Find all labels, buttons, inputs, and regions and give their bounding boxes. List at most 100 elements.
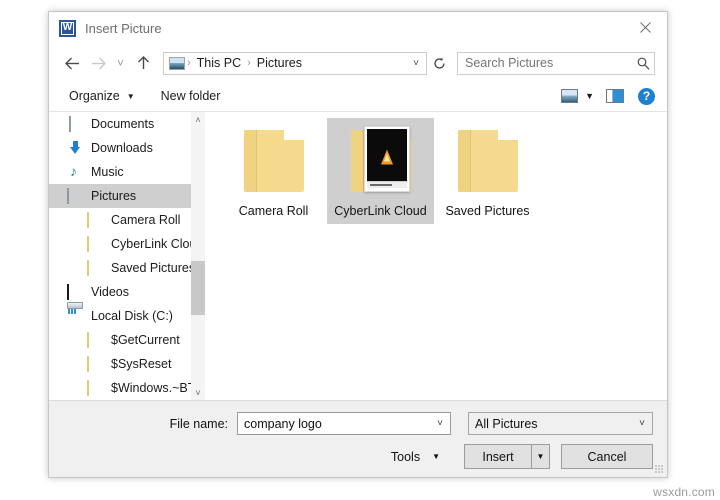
insert-picture-dialog: Insert Picture ˅ <box>48 11 668 478</box>
address-bar[interactable]: › This PC › Pictures ˅ <box>163 51 427 75</box>
sidebar-item-label: Pictures <box>91 189 137 203</box>
file-tile-camera-roll[interactable]: Camera Roll <box>220 118 327 224</box>
chevron-down-icon[interactable]: ˅ <box>632 418 652 429</box>
chevron-down-icon[interactable]: ▼ <box>585 91 594 101</box>
file-name-input[interactable] <box>238 416 430 431</box>
sidebar-item-label: Downloads <box>91 141 153 155</box>
preview-pane-icon[interactable] <box>606 89 624 103</box>
sidebar-item-music[interactable]: ♪ Music <box>49 160 191 184</box>
sidebar-item-videos[interactable]: Videos <box>49 280 191 304</box>
sidebar-item-label: Videos <box>91 285 129 299</box>
watermark: wsxdn.com <box>653 485 715 499</box>
navigation-tree: Documents Downloads ♪ Music Pictures Cam… <box>49 112 191 400</box>
insert-split-button[interactable]: Insert ▼ <box>464 444 550 469</box>
navigation-bar: ˅ › This PC › Pictures ˅ <box>49 45 667 81</box>
insert-button[interactable]: Insert <box>465 445 531 468</box>
file-tile-saved-pictures[interactable]: Saved Pictures <box>434 118 541 224</box>
folder-icon <box>235 124 313 200</box>
breadcrumb-separator: › <box>187 57 191 69</box>
word-app-icon <box>59 20 76 37</box>
pictures-icon <box>169 56 185 70</box>
chevron-down-icon: ▼ <box>126 91 135 101</box>
sidebar-item-getcurrent[interactable]: $GetCurrent <box>49 328 191 352</box>
scrollbar-thumb[interactable] <box>191 261 205 316</box>
folder-icon <box>449 124 527 200</box>
folder-icon <box>87 235 104 252</box>
file-name-label: File name: <box>169 416 228 431</box>
file-tile-cyberlink-cloud[interactable]: CyberLink Cloud <box>327 118 434 224</box>
tools-button[interactable]: Tools ▼ <box>387 447 444 467</box>
folder-with-thumbnail-icon <box>342 124 420 200</box>
downloads-icon <box>67 141 84 156</box>
scroll-down-icon[interactable]: ˅ <box>191 385 205 400</box>
cancel-button[interactable]: Cancel <box>561 444 653 469</box>
folder-icon <box>87 211 104 228</box>
sidebar-item-label: $Windows.~BT <box>111 381 191 395</box>
breadcrumb-this-pc[interactable]: This PC <box>193 56 245 70</box>
close-button[interactable] <box>623 12 667 43</box>
file-name-combo[interactable]: ˅ <box>237 412 451 435</box>
sidebar-item-local-disk-c[interactable]: Local Disk (C:) <box>49 304 191 328</box>
breadcrumb-pictures[interactable]: Pictures <box>253 56 306 70</box>
sidebar-item-documents[interactable]: Documents <box>49 112 191 136</box>
file-tile-label: CyberLink Cloud <box>334 204 427 218</box>
forward-button[interactable] <box>85 50 111 76</box>
file-tile-label: Saved Pictures <box>445 204 530 218</box>
address-dropdown-icon[interactable]: ˅ <box>406 58 426 69</box>
recent-locations-icon[interactable]: ˅ <box>111 50 130 76</box>
sidebar-item-label: $GetCurrent <box>111 333 180 347</box>
title-bar: Insert Picture <box>49 12 667 45</box>
file-tile-label: Camera Roll <box>238 204 309 218</box>
music-icon: ♪ <box>70 162 77 179</box>
dialog-body: Documents Downloads ♪ Music Pictures Cam… <box>49 112 667 400</box>
sidebar-item-label: CyberLink Clou <box>111 237 191 251</box>
scroll-up-icon[interactable]: ˄ <box>191 112 205 127</box>
back-button[interactable] <box>59 50 85 76</box>
sidebar-item-label: Local Disk (C:) <box>91 309 173 323</box>
sidebar-item-label: Camera Roll <box>111 213 181 227</box>
file-list-pane[interactable]: Camera Roll CyberLink Cloud Saved Pictur… <box>206 112 667 400</box>
command-bar: Organize ▼ New folder ▼ ? <box>49 81 667 112</box>
photo-thumbnail <box>363 126 410 192</box>
search-input[interactable] <box>458 56 632 70</box>
sidebar-item-sysreset[interactable]: $SysReset <box>49 352 191 376</box>
action-row: Tools ▼ Insert ▼ Cancel <box>49 444 653 469</box>
search-icon[interactable] <box>632 57 654 70</box>
sidebar-item-label: Saved Pictures <box>111 261 191 275</box>
organize-label: Organize <box>69 89 120 103</box>
tools-label: Tools <box>390 449 421 464</box>
refresh-icon[interactable] <box>428 52 450 75</box>
sidebar-item-cyberlink-cloud[interactable]: CyberLink Clou <box>49 232 191 256</box>
folder-icon <box>87 379 104 396</box>
sidebar-item-downloads[interactable]: Downloads <box>49 136 191 160</box>
folder-icon <box>87 331 104 348</box>
sidebar-item-label: Documents <box>91 117 155 131</box>
insert-dropdown-icon[interactable]: ▼ <box>531 445 549 468</box>
documents-icon <box>67 115 84 132</box>
resize-grip[interactable] <box>655 465 664 474</box>
file-tile-row: Camera Roll CyberLink Cloud Saved Pictur… <box>220 118 667 224</box>
search-box[interactable] <box>457 51 655 75</box>
folder-icon <box>87 259 104 276</box>
organize-button[interactable]: Organize ▼ <box>63 86 141 106</box>
view-mode-icon[interactable] <box>561 89 579 103</box>
command-bar-right: ▼ ? <box>561 87 655 105</box>
breadcrumb-separator: › <box>247 57 251 69</box>
help-icon[interactable]: ? <box>638 87 655 105</box>
videos-icon <box>67 283 84 300</box>
scrollbar-track[interactable] <box>191 127 205 385</box>
chevron-down-icon[interactable]: ˅ <box>430 418 450 429</box>
sidebar-item-label: Music <box>91 165 124 179</box>
folder-icon <box>87 355 104 372</box>
sidebar-item-pictures[interactable]: Pictures <box>49 184 191 208</box>
file-type-combo[interactable]: All Pictures ˅ <box>468 412 653 435</box>
tree-scrollbar[interactable]: ˄ ˅ <box>191 112 205 400</box>
new-folder-button[interactable]: New folder <box>155 86 227 106</box>
file-type-value: All Pictures <box>475 416 538 431</box>
sidebar-item-windows-bt[interactable]: $Windows.~BT <box>49 376 191 400</box>
chevron-down-icon: ▼ <box>432 452 440 461</box>
sidebar-item-camera-roll[interactable]: Camera Roll <box>49 208 191 232</box>
sidebar-item-saved-pictures[interactable]: Saved Pictures <box>49 256 191 280</box>
up-button[interactable] <box>130 50 156 76</box>
navigation-tree-pane: Documents Downloads ♪ Music Pictures Cam… <box>49 112 206 400</box>
